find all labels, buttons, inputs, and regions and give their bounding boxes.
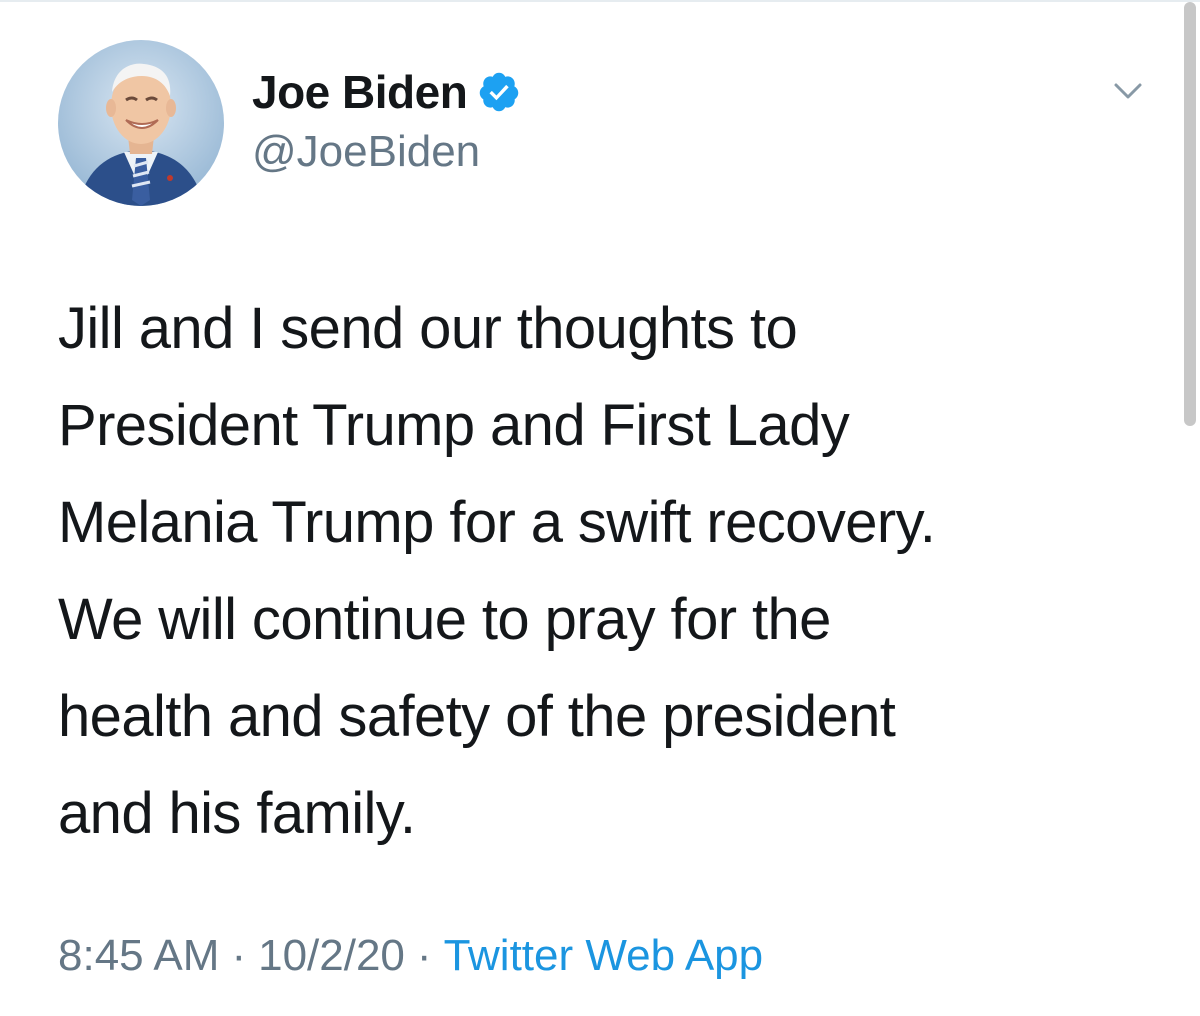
tweet-source-link[interactable]: Twitter Web App bbox=[444, 931, 764, 980]
meta-separator: · bbox=[231, 931, 247, 980]
tweet-text-line: We will continue to pray for the bbox=[58, 587, 831, 652]
tweet-date[interactable]: 10/2/20 bbox=[258, 931, 405, 980]
tweet-text-line: Melania Trump for a swift recovery. bbox=[58, 490, 936, 555]
tweet-menu-button[interactable] bbox=[1106, 72, 1150, 112]
tweet-text-line: and his family. bbox=[58, 781, 416, 846]
author-info: Joe Biden @JoeBiden bbox=[252, 62, 521, 180]
display-name[interactable]: Joe Biden bbox=[252, 62, 468, 122]
name-row: Joe Biden bbox=[252, 62, 521, 122]
tweet-text: Jill and I send our thoughts to Presiden… bbox=[58, 280, 1158, 862]
tweet-metadata: 8:45 AM · 10/2/20 · Twitter Web App bbox=[58, 926, 763, 986]
scrollbar-thumb[interactable] bbox=[1184, 2, 1196, 426]
tweet-time[interactable]: 8:45 AM bbox=[58, 931, 219, 980]
meta-separator: · bbox=[416, 931, 432, 980]
profile-photo bbox=[58, 40, 224, 206]
tweet-text-line: Jill and I send our thoughts to bbox=[58, 296, 798, 361]
tweet-text-line: health and safety of the president bbox=[58, 684, 896, 749]
verified-badge-icon bbox=[477, 70, 521, 114]
tweet: Joe Biden @JoeBiden Jill and I send our … bbox=[0, 0, 1200, 1016]
handle[interactable]: @JoeBiden bbox=[252, 124, 521, 180]
avatar[interactable] bbox=[58, 40, 224, 206]
tweet-text-line: President Trump and First Lady bbox=[58, 393, 850, 458]
chevron-down-icon bbox=[1114, 83, 1142, 99]
